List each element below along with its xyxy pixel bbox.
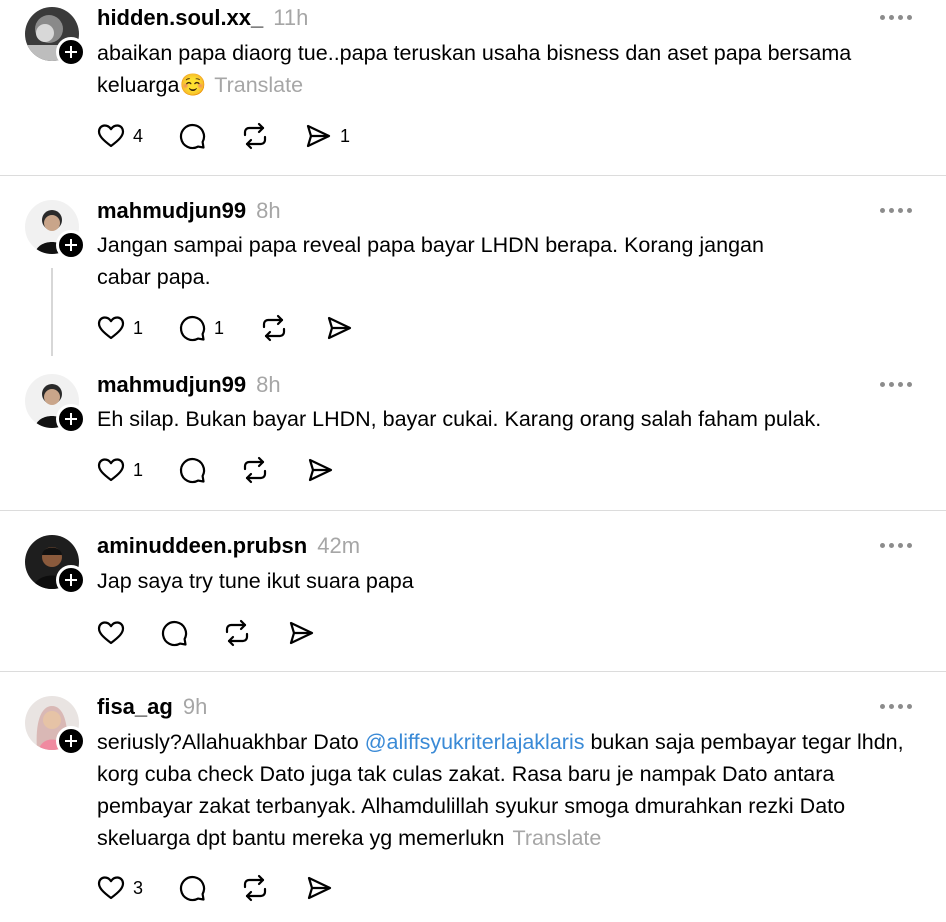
repost-button[interactable] [221,617,253,649]
more-icon[interactable] [880,205,912,215]
repost-icon [221,617,253,649]
mention-link[interactable]: @aliffsyukriterlajaklaris [365,730,585,754]
timestamp: 8h [256,372,281,397]
repost-button[interactable] [239,454,271,486]
post-text: seriusly?Allahuakhbar Dato @aliffsyukrit… [97,730,904,850]
heart-icon [95,120,127,152]
share-button[interactable] [285,617,317,649]
post-header: fisa_ag 9h [97,694,207,720]
share-button[interactable] [323,312,355,344]
follow-plus-icon[interactable] [56,37,86,67]
heart-icon [95,454,127,486]
follow-plus-icon[interactable] [56,726,86,756]
reply-button[interactable] [176,454,208,486]
like-button[interactable]: 1 [95,454,143,486]
like-button[interactable]: 4 [95,120,143,152]
like-count: 1 [133,459,144,480]
post-text: Jap saya try tune ikut suara papa [97,569,414,593]
repost-button[interactable] [239,872,271,904]
timestamp: 42m [317,533,361,558]
like-count: 4 [133,125,144,146]
timestamp: 9h [182,694,208,719]
comment-icon [158,617,190,649]
reply-button[interactable] [176,872,208,904]
reply-button[interactable] [176,120,208,152]
post-4: aminuddeen.prubsn 42m Jap saya try tune … [0,511,946,671]
more-icon[interactable] [880,379,912,389]
share-button[interactable] [303,872,335,904]
post-text: Eh silap. Bukan bayar LHDN, bayar cukai.… [97,407,822,431]
post-3: mahmudjun99 8h Eh silap. Bukan bayar LHD… [0,356,946,510]
reply-button[interactable] [158,617,190,649]
share-button[interactable]: 1 [302,120,350,152]
username[interactable]: hidden.soul.xx_ [97,5,263,31]
follow-plus-icon[interactable] [56,230,86,260]
translate-link[interactable]: Translate [214,73,303,97]
repost-button[interactable] [239,120,271,152]
send-icon [303,872,335,904]
follow-plus-icon[interactable] [56,404,86,434]
thread-line [51,268,53,356]
like-button[interactable] [95,617,127,649]
post-header: aminuddeen.prubsn 42m [97,533,360,559]
post-text: abaikan papa diaorg tue..papa teruskan u… [97,41,852,97]
timestamp: 11h [273,5,309,30]
more-icon[interactable] [880,701,912,711]
like-count: 1 [133,317,144,338]
reply-count: 1 [214,317,225,338]
post-header: mahmudjun99 8h [97,372,281,398]
username[interactable]: mahmudjun99 [97,372,246,398]
post-text: Jangan sampai papa reveal papa bayar LHD… [97,233,764,289]
post-5: fisa_ag 9h seriusly?Allahuakhbar Dato @a… [0,672,946,922]
username[interactable]: aminuddeen.prubsn [97,533,307,559]
reply-button[interactable]: 1 [176,312,224,344]
more-icon[interactable] [880,12,912,22]
comment-icon [176,872,208,904]
post-2: mahmudjun99 8h Jangan sampai papa reveal… [0,176,946,356]
post-header: mahmudjun99 8h [97,198,281,224]
heart-icon [95,872,127,904]
comment-icon [176,120,208,152]
send-icon [302,120,334,152]
repost-icon [239,120,271,152]
heart-icon [95,312,127,344]
timestamp: 8h [256,198,281,223]
heart-icon [95,617,127,649]
repost-icon [239,454,271,486]
repost-button[interactable] [258,312,290,344]
comment-icon [176,454,208,486]
send-icon [304,454,336,486]
like-count: 3 [133,877,144,898]
post-1: hidden.soul.xx_ 11h abaikan papa diaorg … [0,0,946,175]
more-icon[interactable] [880,540,912,550]
comment-icon [176,312,208,344]
repost-icon [239,872,271,904]
send-icon [323,312,355,344]
like-button[interactable]: 1 [95,312,143,344]
post-header: hidden.soul.xx_ 11h [97,5,308,31]
repost-icon [258,312,290,344]
username[interactable]: mahmudjun99 [97,198,246,224]
like-button[interactable]: 3 [95,872,143,904]
send-icon [285,617,317,649]
username[interactable]: fisa_ag [97,694,173,720]
share-button[interactable] [304,454,336,486]
share-count: 1 [340,125,351,146]
translate-link[interactable]: Translate [513,826,602,850]
follow-plus-icon[interactable] [56,565,86,595]
